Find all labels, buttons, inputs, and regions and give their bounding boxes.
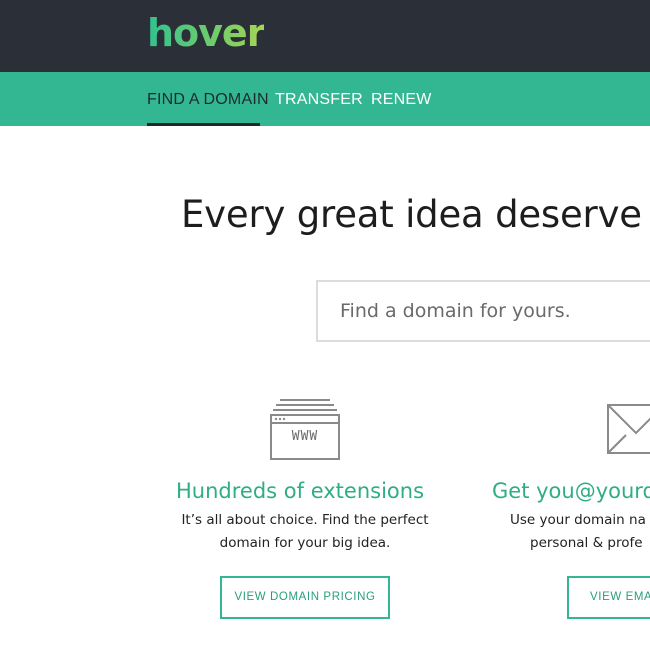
feature-desc-line-1: It’s all about choice. Find the perfect (181, 512, 429, 528)
nav-renew[interactable]: RENEW (371, 72, 432, 126)
envelope-icon (607, 404, 650, 454)
hero-headline: Every great idea deserve (181, 193, 642, 236)
main-nav: FIND A DOMAIN TRANSFER RENEW (0, 72, 650, 126)
view-domain-pricing-button[interactable]: VIEW DOMAIN PRICING (220, 576, 390, 619)
nav-find-a-domain[interactable]: FIND A DOMAIN (147, 72, 269, 126)
feature-title-extensions: Hundreds of extensions (176, 479, 425, 503)
top-header-bar: hover (0, 0, 650, 72)
hover-logo[interactable]: hover (147, 10, 265, 56)
domain-search-input[interactable] (316, 280, 650, 342)
feature2-desc-line-2: personal & profe (530, 535, 643, 551)
nav-active-indicator (147, 123, 260, 126)
feature2-desc-line-1: Use your domain na (510, 512, 646, 528)
nav-transfer[interactable]: TRANSFER (275, 72, 363, 126)
www-icon-label: WWW (291, 429, 319, 444)
feature-desc-line-2: domain for your big idea. (219, 535, 391, 551)
view-email-button[interactable]: VIEW EMAIL (567, 576, 650, 619)
feature-title-email: Get you@yourd (492, 479, 650, 503)
